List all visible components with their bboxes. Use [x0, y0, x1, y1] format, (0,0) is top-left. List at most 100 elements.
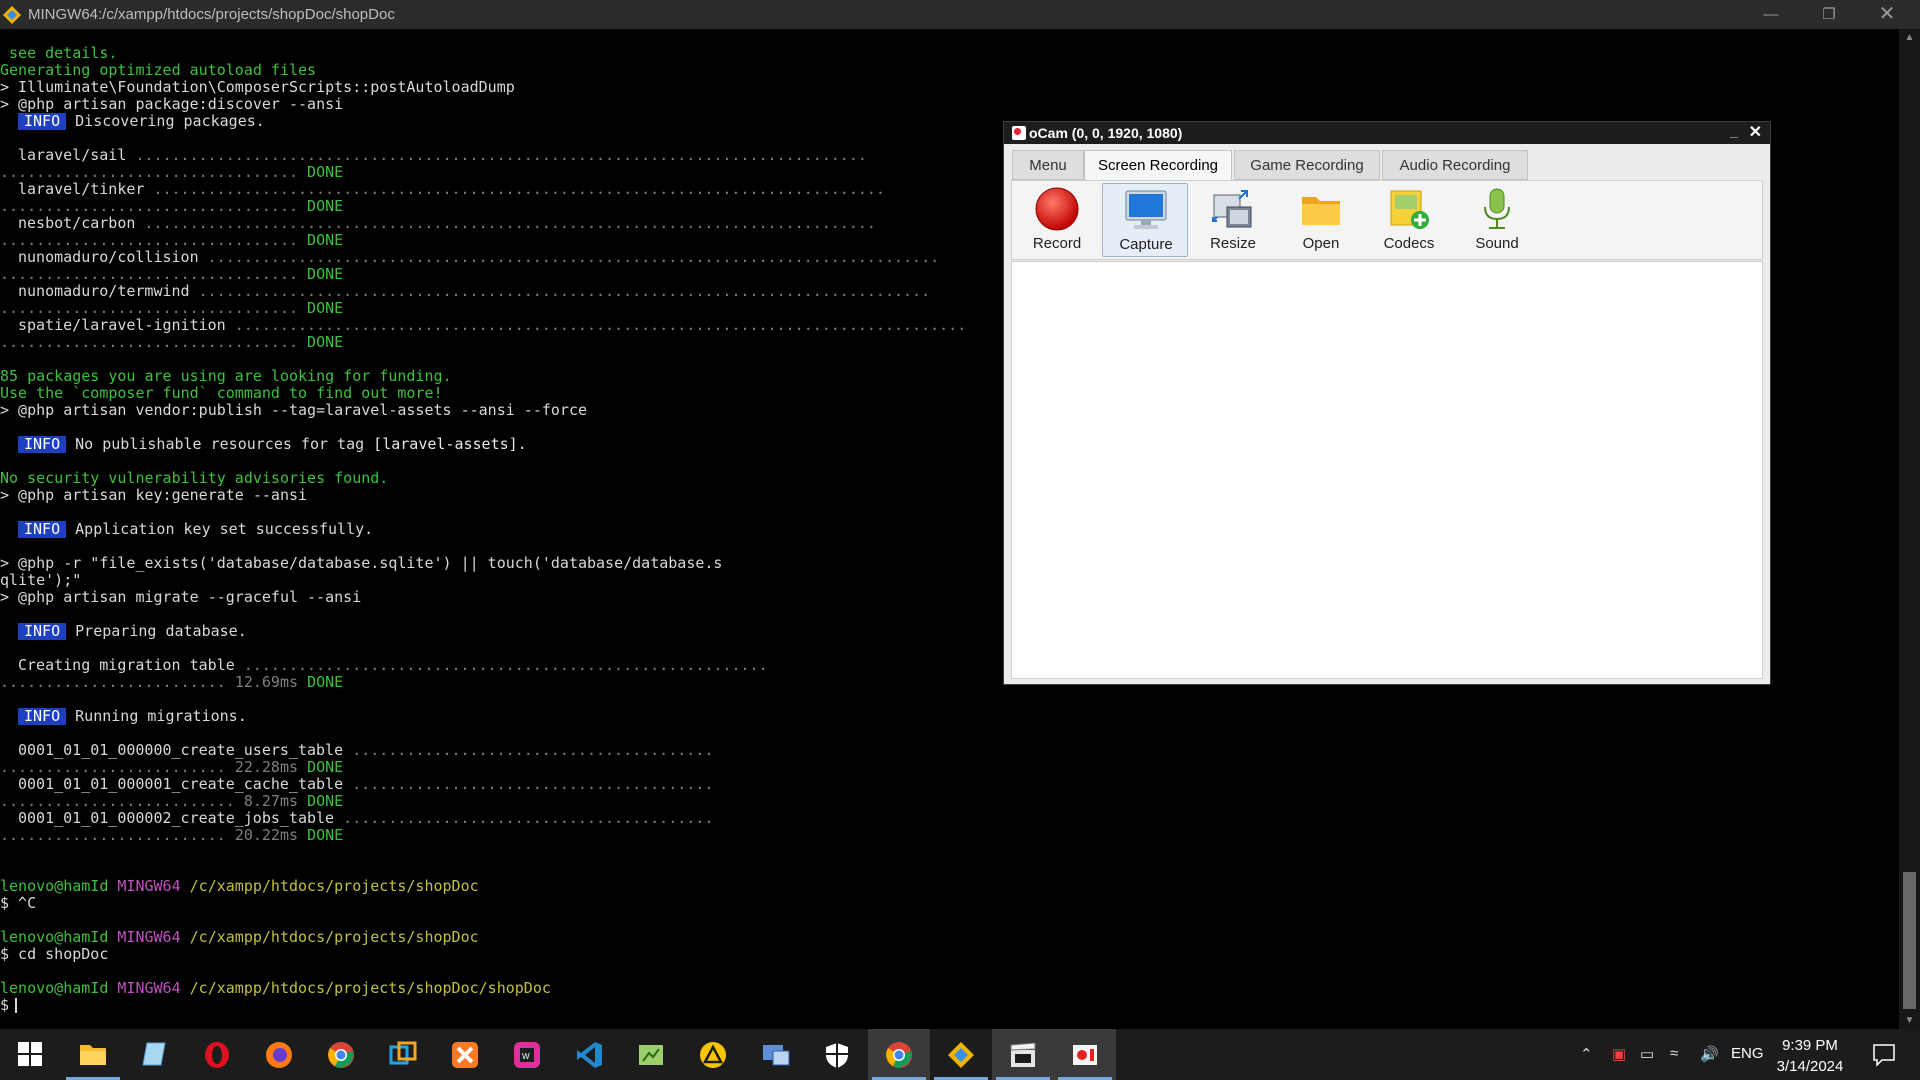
term-line: Generating optimized autoload files: [0, 61, 317, 79]
sound-button[interactable]: Sound: [1454, 183, 1540, 257]
taskbar-chrome[interactable]: [310, 1029, 372, 1080]
package-line: nunomaduro/collision ...................…: [18, 248, 940, 266]
webstorm-icon: W: [514, 1042, 540, 1068]
terminal-scrollbar[interactable]: ▲ ▼: [1899, 29, 1920, 1029]
git-icon: [948, 1042, 974, 1068]
term-line: > @php artisan key:generate --ansi: [0, 486, 308, 504]
language-indicator[interactable]: ENG: [1731, 1045, 1764, 1062]
microphone-icon: [1484, 188, 1510, 229]
sound-label: Sound: [1475, 235, 1519, 252]
open-button[interactable]: Open: [1278, 183, 1364, 257]
capture-button[interactable]: Capture: [1102, 183, 1188, 257]
package-line: nesbot/carbon ..........................…: [18, 214, 876, 232]
codecs-label: Codecs: [1383, 235, 1435, 252]
notepad-icon: [142, 1042, 166, 1066]
dots-line: ................................. DONE: [0, 265, 344, 283]
chrome-icon: [328, 1042, 354, 1068]
open-label: Open: [1302, 235, 1340, 252]
term-line: INFO Preparing database.: [18, 623, 247, 640]
term-line: INFO Application key set successfully.: [18, 521, 373, 538]
ocam-tray-icon[interactable]: ▣: [1612, 1045, 1626, 1063]
ocam-logo-icon: [1012, 126, 1026, 140]
info-badge: INFO: [18, 623, 67, 640]
dots-line: ................................. DONE: [0, 197, 344, 215]
restore-button[interactable]: ❐: [1800, 0, 1858, 29]
codecs-button[interactable]: Codecs: [1366, 183, 1452, 257]
file-explorer-icon: [80, 1045, 106, 1065]
taskbar-file-explorer[interactable]: [62, 1029, 124, 1080]
taskbar-ocam[interactable]: [1054, 1029, 1116, 1080]
taskbar-video-editor[interactable]: [992, 1029, 1054, 1080]
resize-button[interactable]: Resize: [1190, 183, 1276, 257]
tab-screen-recording[interactable]: Screen Recording: [1084, 150, 1232, 182]
taskbar-display[interactable]: [744, 1029, 806, 1080]
resize-icon: [1212, 190, 1252, 228]
minimize-button[interactable]: —: [1742, 0, 1800, 29]
warning-app-icon: [700, 1042, 726, 1068]
git-bash-icon: [3, 6, 21, 24]
taskbar-opera[interactable]: [186, 1029, 248, 1080]
scroll-down-arrow[interactable]: ▼: [1899, 1012, 1920, 1029]
term-line: see details.: [0, 44, 118, 62]
vscode-icon: [577, 1042, 602, 1068]
security-icon: [826, 1043, 848, 1068]
taskbar-firefox[interactable]: [248, 1029, 310, 1080]
info-badge: INFO: [18, 113, 67, 130]
windows-icon: [18, 1042, 42, 1066]
prompt-line: lenovo@hamId MINGW64 /c/xampp/htdocs/pro…: [0, 979, 551, 997]
opera-icon: [205, 1042, 229, 1068]
resize-label: Resize: [1210, 235, 1256, 252]
term-line: > @php artisan migrate --graceful --ansi: [0, 588, 362, 606]
dots-line: ......................... 20.22ms DONE: [0, 826, 344, 844]
taskbar-notepad[interactable]: [124, 1029, 186, 1080]
wifi-icon[interactable]: ≈: [1670, 1045, 1678, 1062]
taskbar-security[interactable]: [806, 1029, 868, 1080]
video-editor-icon: [1010, 1042, 1036, 1067]
close-button[interactable]: ✕: [1858, 0, 1916, 29]
terminal-titlebar: MINGW64:/c/xampp/htdocs/projects/shopDoc…: [0, 0, 1920, 29]
dots-line: ................................. DONE: [0, 231, 344, 249]
tab-game-recording[interactable]: Game Recording: [1234, 150, 1380, 180]
taskbar-editor[interactable]: [620, 1029, 682, 1080]
package-line: laravel/sail ...........................…: [18, 146, 867, 164]
taskbar-git[interactable]: [930, 1029, 992, 1080]
taskbar-warning-app[interactable]: [682, 1029, 744, 1080]
term-line: $ cd shopDoc: [0, 945, 109, 963]
show-hidden-icons-chevron-icon[interactable]: ⌃: [1580, 1045, 1593, 1063]
codecs-icon: [1390, 190, 1429, 229]
scroll-up-arrow[interactable]: ▲: [1899, 29, 1920, 46]
dots-line: ......................... 22.28ms DONE: [0, 758, 344, 776]
record-button[interactable]: Record: [1014, 183, 1100, 257]
package-line: nunomaduro/termwind ....................…: [18, 282, 931, 300]
notification-center-icon[interactable]: [1864, 1042, 1904, 1068]
command-input[interactable]: $: [0, 997, 18, 1014]
tab-audio-recording[interactable]: Audio Recording: [1382, 150, 1528, 180]
taskbar-chrome-active[interactable]: [868, 1029, 930, 1080]
term-line: INFO No publishable resources for tag [l…: [18, 436, 527, 453]
term-line: > @php -r "file_exists('database/databas…: [0, 554, 723, 572]
ocam-minimize-button[interactable]: _: [1730, 123, 1738, 139]
taskbar-vscode[interactable]: [558, 1029, 620, 1080]
ocam-titlebar: oCam (0, 0, 1920, 1080) _ ✕: [1004, 122, 1770, 144]
firefox-icon: [266, 1042, 292, 1068]
volume-icon[interactable]: 🔊: [1700, 1045, 1719, 1063]
battery-icon[interactable]: ▭: [1640, 1045, 1654, 1063]
taskbar-webstorm[interactable]: W: [496, 1029, 558, 1080]
prompt-line: lenovo@hamId MINGW64 /c/xampp/htdocs/pro…: [0, 877, 479, 895]
folder-icon: [1302, 197, 1340, 225]
scrollbar-thumb[interactable]: [1903, 872, 1916, 1009]
clock[interactable]: 9:39 PM 3/14/2024: [1760, 1035, 1860, 1077]
tab-menu[interactable]: Menu: [1012, 150, 1084, 180]
ocam-close-button[interactable]: ✕: [1749, 122, 1762, 142]
term-line: qlite');": [0, 571, 82, 589]
taskbar-xampp[interactable]: [434, 1029, 496, 1080]
display-icon: [763, 1045, 790, 1066]
ocam-window[interactable]: oCam (0, 0, 1920, 1080) _ ✕ Menu Screen …: [1003, 121, 1771, 685]
ocam-preview-area: [1011, 261, 1763, 679]
taskbar: W ⌃ ▣ ▭ ≈ 🔊 ENG 9:39 PM 3/14/2024: [0, 1029, 1920, 1080]
start-button[interactable]: [0, 1029, 62, 1080]
info-badge: INFO: [18, 708, 67, 725]
term-line: Use the `composer fund` command to find …: [0, 384, 443, 402]
term-line: 85 packages you are using are looking fo…: [0, 367, 452, 385]
taskbar-app[interactable]: [372, 1029, 434, 1080]
